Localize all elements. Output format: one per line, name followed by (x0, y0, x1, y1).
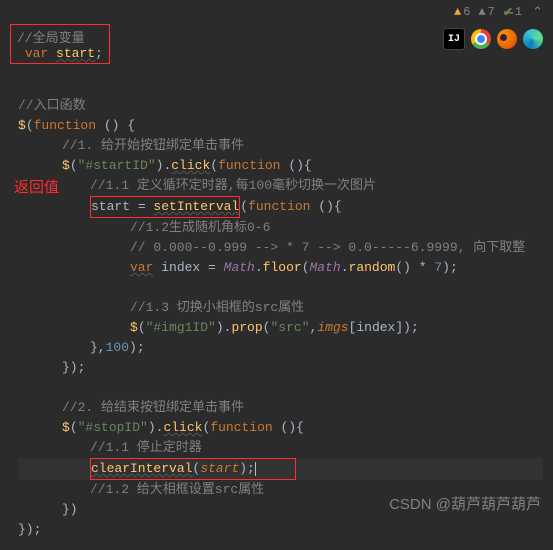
status-toolbar: ▲ 6 ▲ 7 ✔̶ 1 ⌃ (0, 0, 553, 24)
blank-line (18, 278, 543, 298)
watermark: CSDN @葫芦葫芦葫芦 (389, 493, 541, 514)
comment-2: //2. 给结束按钮绑定单击事件 (18, 398, 543, 418)
code-line: var index = Math.floor(Math.random() * 7… (18, 258, 543, 278)
check-badge: ✔̶ 1 (503, 5, 522, 20)
code-line: $(function () { (18, 116, 543, 136)
warn-yellow-badge: ▲ 6 (454, 5, 470, 19)
comment-entry: //入口函数 (18, 96, 543, 116)
code-editor[interactable]: //入口函数 $(function () { //1. 给开始按钮绑定单击事件 … (0, 96, 553, 550)
global-comment: //全局变量 (17, 27, 103, 46)
caret-icon[interactable]: ⌃ (532, 5, 543, 20)
blank-line (18, 378, 543, 398)
warning-icon: ▲ (454, 5, 461, 19)
comment-math: // 0.000--0.999 --> * 7 --> 0.0-----6.99… (18, 238, 543, 258)
warning-grey-icon: ▲ (478, 5, 485, 19)
code-line: $("#img1ID").prop("src",imgs[index]); (18, 318, 543, 338)
check-icon: ✔̶ (503, 5, 513, 20)
comment-1-1: //1.1 定义循环定时器,每100毫秒切换一次图片 (18, 176, 543, 196)
check-count: 1 (515, 5, 522, 19)
chrome-icon[interactable] (471, 29, 491, 49)
code-line: $("#startID").click(function (){ (18, 156, 543, 176)
warn-grey-badge: ▲ 7 (478, 5, 494, 19)
warn-yellow-count: 6 (463, 5, 470, 19)
comment-1-3: //1.3 切换小相框的src属性 (18, 298, 543, 318)
global-var-line: var start; (17, 46, 103, 61)
code-line: }); (18, 358, 543, 378)
comment-1: //1. 给开始按钮绑定单击事件 (18, 136, 543, 156)
warn-grey-count: 7 (488, 5, 495, 19)
comment-2-1: //1.1 停止定时器 (18, 438, 543, 458)
comment-1-2: //1.2生成随机角标0-6 (18, 218, 543, 238)
firefox-icon[interactable] (497, 29, 517, 49)
code-line: }); (18, 520, 543, 540)
highlighted-line: clearInterval(start); (18, 458, 543, 480)
edge-icon[interactable] (523, 29, 543, 49)
code-line: start = setInterval(function (){ (18, 196, 543, 218)
global-var-annotation-box: //全局变量 var start; (10, 24, 110, 64)
code-line: $("#stopID").click(function (){ (18, 418, 543, 438)
ide-icon[interactable]: IJ (443, 28, 465, 50)
code-line: },100); (18, 338, 543, 358)
